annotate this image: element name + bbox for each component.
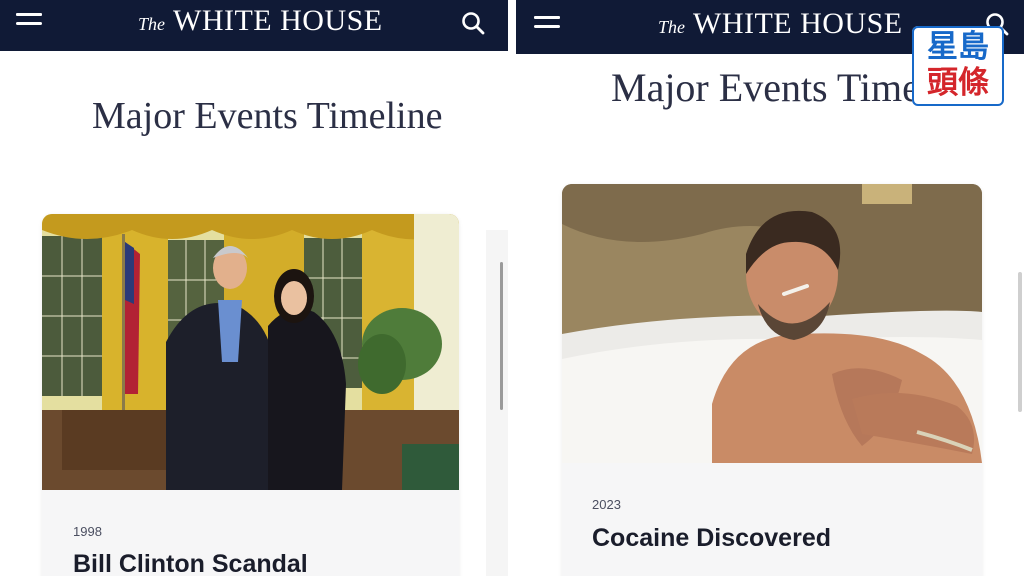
- menu-icon[interactable]: [534, 16, 560, 34]
- watermark-line-2: 頭條: [927, 65, 989, 101]
- scrollbar-thumb[interactable]: [1018, 272, 1022, 412]
- event-year: 2023: [592, 497, 621, 512]
- event-year: 1998: [73, 524, 102, 539]
- timeline-card[interactable]: 1998 Bill Clinton Scandal: [42, 214, 459, 576]
- logo-name: WHITE HOUSE: [693, 7, 903, 40]
- event-photo: [562, 184, 982, 463]
- logo-prefix: The: [658, 17, 685, 37]
- news-watermark-logo: 星島 頭條: [912, 26, 1004, 106]
- event-title[interactable]: Bill Clinton Scandal: [73, 550, 308, 576]
- left-screenshot-panel: The WHITE HOUSE Major Events Timeline 19…: [0, 0, 508, 576]
- search-icon[interactable]: [460, 10, 486, 36]
- site-logo[interactable]: The WHITE HOUSE: [138, 4, 383, 38]
- event-photo: [42, 214, 459, 490]
- site-header: The WHITE HOUSE: [0, 0, 508, 51]
- logo-name: WHITE HOUSE: [173, 4, 383, 37]
- page-title: Major Events Timeline: [92, 95, 443, 137]
- panel-divider: [508, 0, 516, 576]
- next-card-peek: [486, 230, 508, 576]
- site-logo[interactable]: The WHITE HOUSE: [658, 7, 903, 41]
- watermark-line-1: 星島: [927, 29, 989, 65]
- event-title[interactable]: Cocaine Discovered: [592, 524, 831, 553]
- menu-icon[interactable]: [16, 13, 42, 31]
- timeline-card[interactable]: 2023 Cocaine Discovered: [562, 184, 982, 576]
- scrollbar-thumb[interactable]: [500, 262, 503, 410]
- logo-prefix: The: [138, 14, 165, 34]
